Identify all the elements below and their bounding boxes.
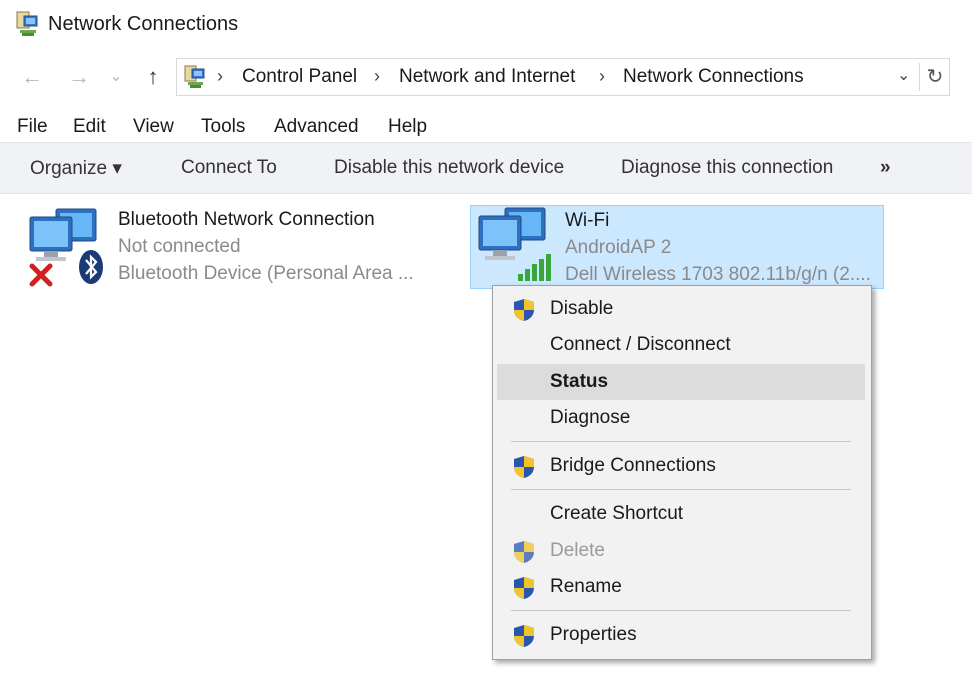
menu-item-label: Diagnose [550,407,631,428]
menu-item-label: Disable [550,298,614,319]
uac-shield-icon [514,541,534,563]
connection-item-bluetooth[interactable]: Bluetooth Network Connection Not connect… [22,205,442,289]
breadcrumb-separator: › [217,66,223,86]
menu-item-create-shortcut[interactable]: Create Shortcut [497,496,865,532]
breadcrumb-separator[interactable]: › [374,66,380,87]
connection-device: Dell Wireless 1703 802.11b/g/n (2.... [565,264,871,285]
disable-device-button[interactable]: Disable this network device [334,157,564,179]
menu-item-disable[interactable]: Disable [497,291,865,327]
disconnected-x-icon [29,263,53,287]
menu-item-label: Rename [550,576,622,597]
connection-name: Bluetooth Network Connection [118,209,375,230]
uac-shield-icon [514,456,534,478]
diagnose-connection-button[interactable]: Diagnose this connection [621,157,833,179]
menu-help[interactable]: Help [388,116,427,138]
address-bar[interactable]: › Control Panel › Network and Internet ›… [176,58,950,96]
menu-advanced[interactable]: Advanced [274,116,359,138]
back-button[interactable]: ← [17,62,47,92]
menu-item-label: Status [550,371,609,392]
breadcrumb-network-and-internet[interactable]: Network and Internet [399,66,575,88]
menu-item-label: Bridge Connections [550,455,716,476]
menu-separator [511,610,851,611]
menu-file[interactable]: File [17,116,48,138]
menu-item-label: Create Shortcut [550,503,684,524]
connection-status: Not connected [118,236,241,257]
connection-device: Bluetooth Device (Personal Area ... [118,263,414,284]
command-bar: Organize ▾ Connect To Disable this netwo… [0,142,972,194]
uac-shield-icon [514,625,534,647]
title-bar: Network Connections [0,0,972,50]
menu-tools[interactable]: Tools [201,116,245,138]
more-commands-button[interactable]: » [880,157,891,179]
refresh-button[interactable]: ↻ [919,63,950,91]
menu-item-label: Properties [550,624,637,645]
menu-bar: File Edit View Tools Advanced Help [0,110,972,142]
recent-locations-button[interactable]: ⌄ [106,62,126,92]
menu-item-rename[interactable]: Rename [497,569,865,605]
connect-to-button[interactable]: Connect To [181,157,277,179]
control-panel-icon [184,65,205,88]
uac-shield-icon [514,299,534,321]
menu-edit[interactable]: Edit [73,116,106,138]
breadcrumb-control-panel[interactable]: Control Panel [242,66,357,88]
forward-button[interactable]: → [64,62,94,92]
breadcrumb-separator[interactable]: › [599,66,605,87]
menu-item-bridge-connections[interactable]: Bridge Connections [497,448,865,484]
menu-item-properties[interactable]: Properties [497,617,865,653]
breadcrumb-network-connections[interactable]: Network Connections [623,66,804,88]
menu-item-label: Connect / Disconnect [550,334,731,355]
connection-item-wifi[interactable]: Wi-Fi AndroidAP 2 Dell Wireless 1703 802… [470,205,884,289]
menu-item-connect-disconnect[interactable]: Connect / Disconnect [497,327,865,363]
network-connections-icon [16,11,38,36]
connection-status: AndroidAP 2 [565,237,672,258]
menu-item-diagnose[interactable]: Diagnose [497,400,865,436]
menu-item-delete[interactable]: Delete [497,533,865,569]
menu-view[interactable]: View [133,116,174,138]
menu-separator [511,489,851,490]
connection-name: Wi-Fi [565,210,610,231]
window-title: Network Connections [48,13,239,35]
menu-item-label: Delete [550,540,605,561]
uac-shield-icon [514,577,534,599]
menu-item-status[interactable]: Status [497,364,865,400]
bluetooth-icon [79,250,103,284]
context-menu: Disable Connect / Disconnect Status Diag… [492,285,872,660]
menu-separator [511,441,851,442]
signal-strength-icon [518,254,551,281]
address-dropdown-icon[interactable]: ⌄ [897,65,910,85]
up-button[interactable]: ↑ [138,62,168,92]
organize-button[interactable]: Organize ▾ [30,157,122,180]
